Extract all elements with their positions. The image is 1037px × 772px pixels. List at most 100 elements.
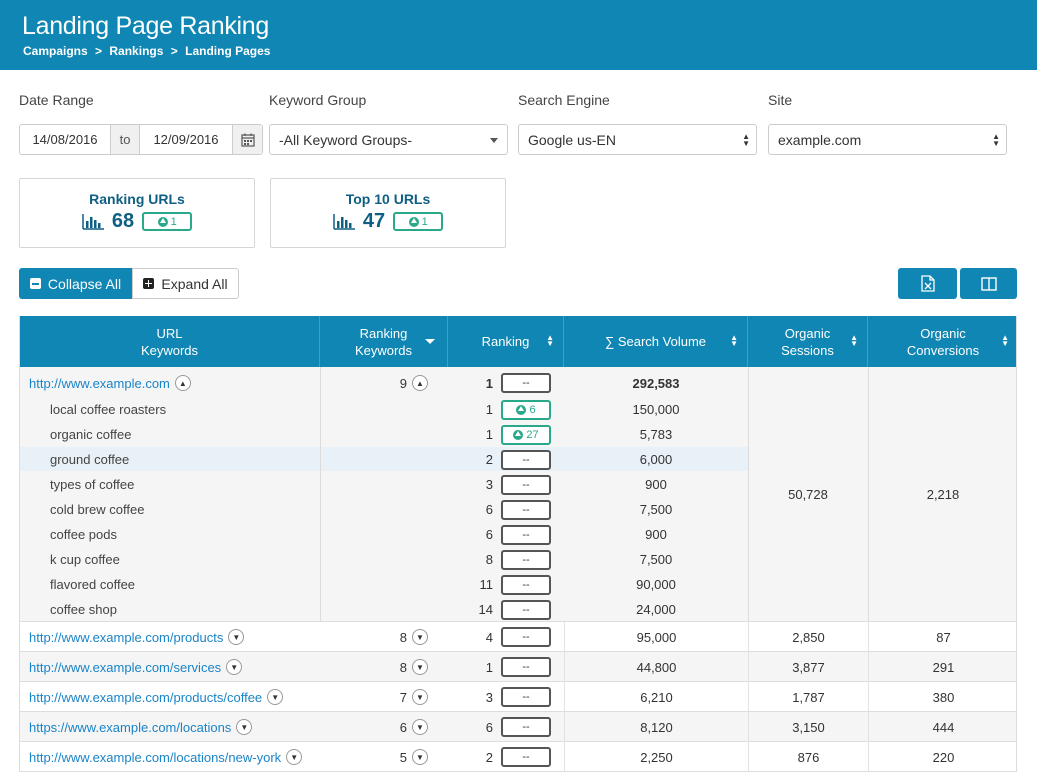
change-badge: 1 (142, 212, 193, 231)
table-row: http://www.example.com/products/coffee ▼ 7… (20, 682, 1016, 712)
table-row: https://www.example.com/locations ▼ 6 ▼ 6 -- 8… (20, 712, 1016, 742)
chevron-up-icon[interactable]: ▲ (174, 375, 191, 391)
url-link[interactable]: http://www.example.com/locations/new-yor… (29, 750, 281, 765)
table-row: http://www.example.com/locations/new-yor… (20, 742, 1016, 772)
ranking-keywords-count: 8 (399, 659, 407, 675)
url-link[interactable]: https://www.example.com/locations (29, 720, 231, 735)
columns-toggle-button[interactable] (960, 268, 1017, 299)
organic-sessions-value: 3,150 (748, 712, 868, 742)
updown-arrows-icon: ▲ ▼ (992, 132, 1000, 148)
chevron-down-icon[interactable]: ▼ (412, 719, 428, 735)
col-organic-sessions[interactable]: Organic Sessions ▲ ▼ (748, 316, 868, 367)
search-volume-value: 900 (645, 477, 667, 492)
search-engine-select[interactable]: Google us-EN ▲ ▼ (518, 124, 757, 155)
chevron-down-icon[interactable]: ▼ (412, 659, 428, 675)
search-volume-value: 900 (645, 527, 667, 542)
search-engine-label: Search Engine (518, 92, 610, 108)
sort-desc-icon (425, 339, 435, 344)
collapse-all-button[interactable]: Collapse All (19, 268, 132, 299)
date-from-input[interactable]: 14/08/2016 (20, 125, 110, 154)
ranking-change: -- (501, 449, 551, 470)
breadcrumb-campaigns[interactable]: Campaigns (23, 44, 88, 58)
url-link[interactable]: http://www.example.com/services (29, 660, 221, 675)
chevron-down-icon (490, 138, 498, 143)
expand-all-button[interactable]: Expand All (132, 268, 239, 299)
chevron-down-icon[interactable]: ▼ (286, 749, 303, 765)
excel-file-icon (920, 275, 935, 292)
plus-square-icon (143, 278, 155, 289)
organic-sessions-value: 3,877 (748, 652, 868, 682)
organic-sessions-value: 876 (748, 742, 868, 772)
search-volume-value: 24,000 (636, 602, 676, 617)
ranking-change: -- (501, 549, 551, 570)
chevron-down-icon[interactable]: ▼ (412, 749, 428, 765)
url-link[interactable]: http://www.example.com (29, 376, 170, 391)
arrow-up-circle-icon (513, 429, 524, 440)
ranking-value: 6 (485, 502, 493, 517)
date-to-input[interactable]: 12/09/2016 (140, 125, 232, 154)
ranking-change: -- (501, 574, 551, 595)
col-organic-conversions[interactable]: Organic Conversions ▲ ▼ (868, 316, 1016, 367)
chevron-up-icon[interactable]: ▲ (412, 375, 428, 391)
ranking-keywords-count: 6 (399, 719, 407, 735)
date-range-label: Date Range (19, 92, 94, 108)
minus-square-icon (29, 278, 41, 289)
site-select[interactable]: example.com ▲ ▼ (768, 124, 1007, 155)
ranking-value: 11 (479, 577, 494, 592)
chevron-down-icon[interactable]: ▼ (412, 689, 428, 705)
sort-icon: ▲ ▼ (546, 333, 554, 348)
organic-conversions-value: 380 (868, 682, 1016, 712)
ranking-keywords-count: 9 (399, 375, 407, 391)
organic-conversions-value: 220 (868, 742, 1016, 772)
url-link[interactable]: http://www.example.com/products (29, 630, 223, 645)
chevron-down-icon[interactable]: ▼ (412, 629, 428, 645)
page-header: Landing Page Ranking Campaigns > Ranking… (0, 0, 1037, 70)
breadcrumb: Campaigns > Rankings > Landing Pages (23, 44, 274, 58)
ranking-value: 3 (485, 477, 493, 492)
arrow-up-circle-icon (157, 216, 168, 227)
bar-chart-icon (333, 213, 355, 230)
search-volume-value: 7,500 (639, 552, 673, 567)
col-ranking[interactable]: Ranking ▲ ▼ (448, 316, 564, 367)
col-search-volume[interactable]: ∑ Search Volume ▲ ▼ (564, 316, 748, 367)
chevron-down-icon[interactable]: ▼ (267, 689, 284, 705)
col-url-keywords[interactable]: URL Keywords (20, 316, 320, 367)
ranking-change: -- (501, 524, 551, 545)
organic-sessions-value: 1,787 (748, 682, 868, 712)
keyword-name: flavored coffee (50, 577, 136, 592)
search-volume-value: 44,800 (564, 652, 748, 682)
updown-arrows-icon: ▲ ▼ (742, 132, 750, 148)
keyword-group-label: Keyword Group (269, 92, 367, 108)
organic-conversions-value: 2,218 (926, 487, 960, 502)
columns-icon (980, 276, 997, 291)
search-volume-value: 8,120 (564, 712, 748, 742)
search-volume-value: 292,583 (632, 375, 680, 391)
keyword-name: cold brew coffee (50, 502, 145, 517)
keyword-group-select[interactable]: -All Keyword Groups- (269, 124, 508, 155)
ranking-change: -- (501, 657, 551, 677)
landing-page-table: URL Keywords Ranking Keywords Ranking ▲ ▼ ∑ … (19, 316, 1017, 772)
ranking-value: 6 (485, 719, 493, 735)
ranking-keywords-count: 7 (399, 689, 407, 705)
chevron-down-icon[interactable]: ▼ (236, 719, 253, 735)
ranking-value: 1 (485, 659, 493, 675)
ranking-value: 8 (485, 552, 493, 567)
ranking-value: 2 (485, 749, 493, 765)
card-value: 68 (111, 210, 135, 232)
ranking-value: 6 (485, 527, 493, 542)
col-ranking-keywords[interactable]: Ranking Keywords (320, 316, 448, 367)
ranking-value: 3 (485, 689, 493, 705)
ranking-change: -- (501, 474, 551, 495)
calendar-icon[interactable] (232, 125, 262, 154)
ranking-change: -- (501, 599, 551, 620)
breadcrumb-rankings[interactable]: Rankings (109, 44, 163, 58)
chevron-down-icon[interactable]: ▼ (228, 629, 245, 645)
chevron-down-icon[interactable]: ▼ (226, 659, 243, 675)
ranking-value: 4 (485, 629, 493, 645)
search-volume-value: 7,500 (639, 502, 673, 517)
bar-chart-icon (82, 213, 104, 230)
url-link[interactable]: http://www.example.com/products/coffee (29, 690, 262, 705)
site-value: example.com (778, 131, 862, 148)
ranking-urls-card: Ranking URLs 68 1 (19, 178, 255, 248)
export-excel-button[interactable] (898, 268, 957, 299)
